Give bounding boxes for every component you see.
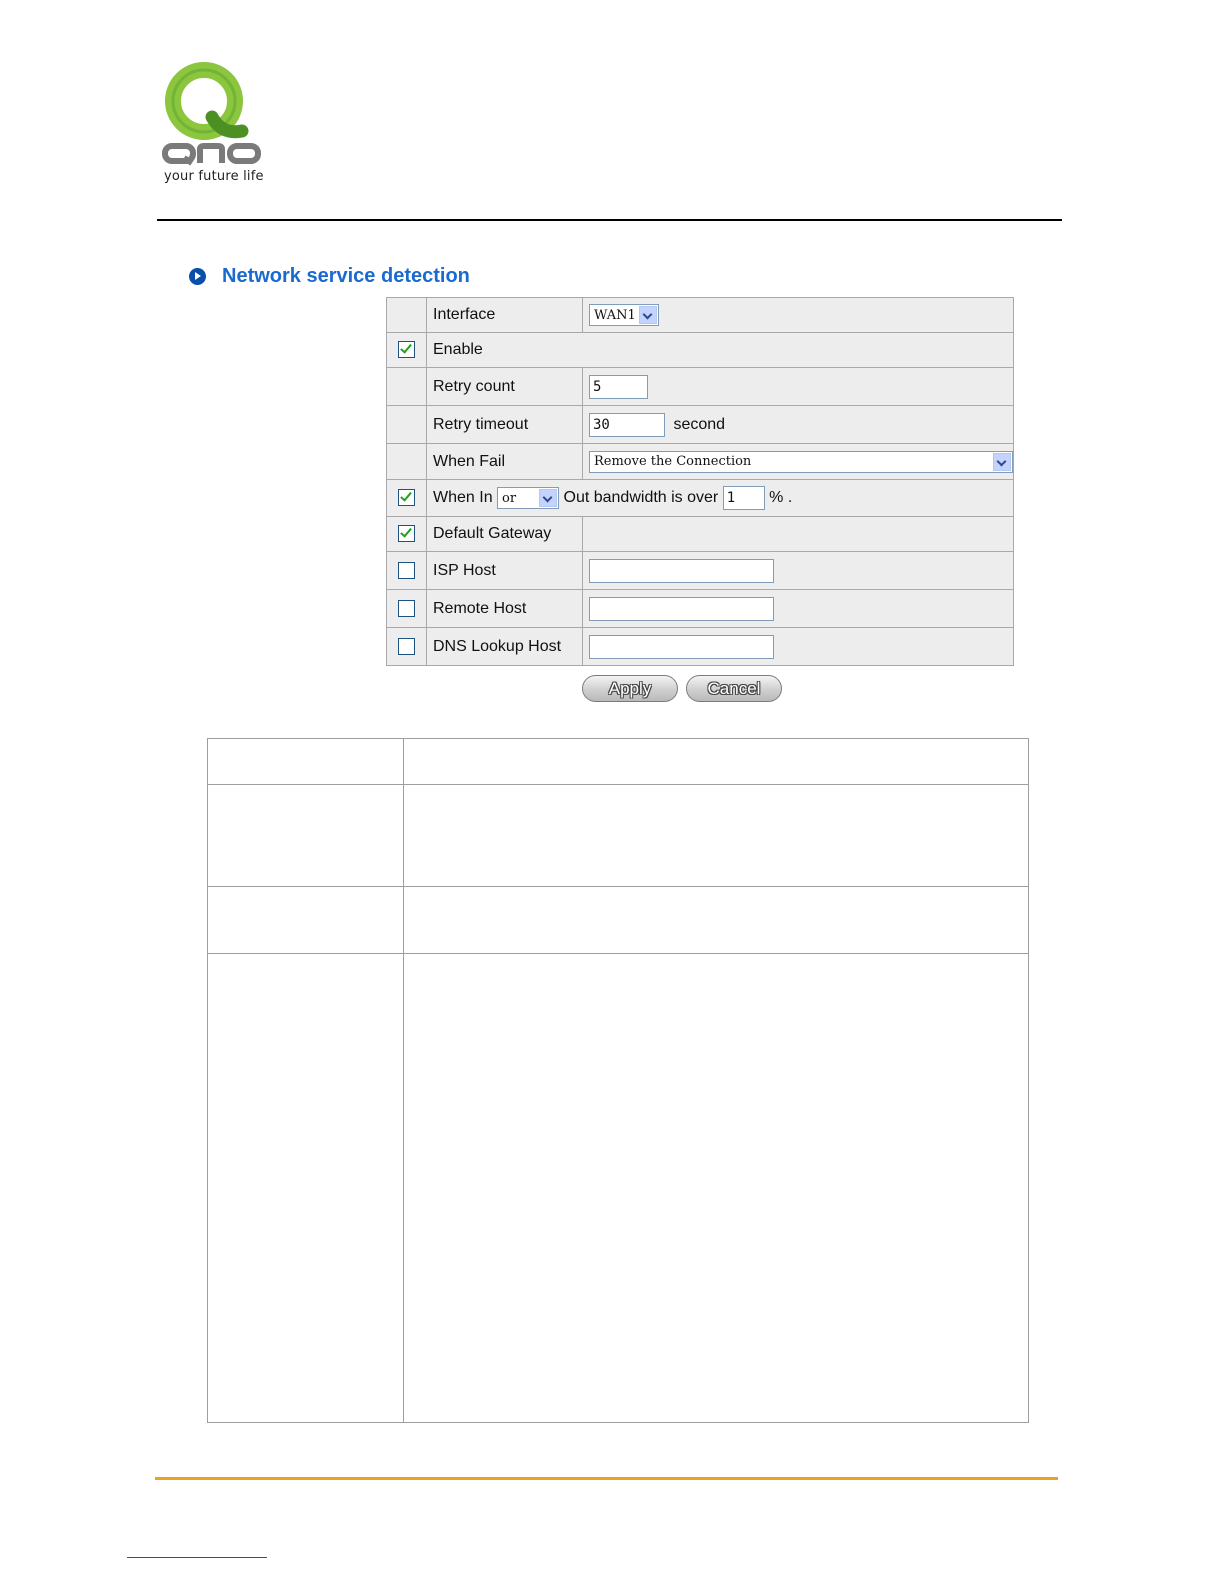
enable-checkbox[interactable] xyxy=(398,341,415,359)
interface-select[interactable]: WAN1 xyxy=(589,304,659,326)
retry-count-label: Retry count xyxy=(426,367,583,406)
empty-cell xyxy=(582,516,1014,552)
table-cell xyxy=(403,886,1029,954)
empty-cell xyxy=(386,297,427,333)
bandwidth-prefix: When In xyxy=(433,489,493,506)
dns-lookup-host-input[interactable] xyxy=(589,634,774,659)
table-cell xyxy=(403,953,1029,1423)
cancel-button[interactable]: Cancel xyxy=(686,675,782,702)
retry-timeout-input[interactable]: 30 xyxy=(589,412,665,437)
isp-host-checkbox[interactable] xyxy=(398,561,415,579)
when-fail-select-value: Remove the Connection xyxy=(594,454,752,469)
bandwidth-middle-text: Out bandwidth is over xyxy=(563,489,719,506)
table-cell xyxy=(207,953,404,1423)
dns-lookup-host-label: DNS Lookup Host xyxy=(426,627,583,666)
table-cell xyxy=(403,784,1029,887)
remote-host-checkbox[interactable] xyxy=(398,599,415,617)
table-cell xyxy=(207,738,404,785)
when-fail-select[interactable]: Remove the Connection xyxy=(589,450,1013,473)
description-table xyxy=(207,738,1029,1423)
isp-host-input[interactable] xyxy=(589,558,774,583)
retry-timeout-unit: second xyxy=(673,415,726,433)
isp-host-label: ISP Host xyxy=(426,551,583,590)
bandwidth-suffix: % . xyxy=(769,489,793,506)
header-divider xyxy=(157,219,1062,221)
bandwidth-checkbox[interactable] xyxy=(398,489,415,507)
default-gateway-label: Default Gateway xyxy=(426,516,583,552)
retry-timeout-label: Retry timeout xyxy=(426,405,583,444)
empty-cell xyxy=(386,443,427,480)
interface-select-value: WAN1 xyxy=(594,307,636,323)
section-header: Network service detection xyxy=(189,265,470,288)
chevron-down-icon[interactable] xyxy=(639,306,657,324)
bandwidth-operator-value: or xyxy=(502,490,517,506)
empty-cell xyxy=(386,367,427,406)
chevron-down-icon[interactable] xyxy=(993,452,1011,471)
remote-host-input[interactable] xyxy=(589,596,774,621)
bandwidth-operator-select[interactable]: or xyxy=(497,487,560,509)
remote-host-label: Remote Host xyxy=(426,589,583,628)
footer-divider xyxy=(155,1477,1058,1480)
table-cell xyxy=(207,784,404,887)
empty-cell xyxy=(386,405,427,444)
form-actions: Apply Cancel xyxy=(582,675,782,702)
interface-label: Interface xyxy=(426,297,583,333)
circle-arrow-icon xyxy=(189,268,206,285)
apply-button[interactable]: Apply xyxy=(582,675,678,702)
footer-link-underline xyxy=(127,1557,267,1558)
section-title: Network service detection xyxy=(222,265,470,287)
bandwidth-percent-input[interactable]: 1 xyxy=(722,486,765,510)
chevron-down-icon[interactable] xyxy=(539,489,558,507)
table-cell xyxy=(403,738,1029,785)
dns-lookup-host-checkbox[interactable] xyxy=(398,637,415,655)
retry-count-input[interactable]: 5 xyxy=(589,374,648,399)
network-service-detection-form: Interface WAN1 Enable Retry count 5 Retr… xyxy=(386,297,1014,666)
table-cell xyxy=(207,886,404,954)
default-gateway-checkbox[interactable] xyxy=(398,525,415,543)
when-fail-label: When Fail xyxy=(426,443,583,480)
enable-label: Enable xyxy=(426,332,1014,368)
logo-tagline: your future life xyxy=(164,169,264,184)
